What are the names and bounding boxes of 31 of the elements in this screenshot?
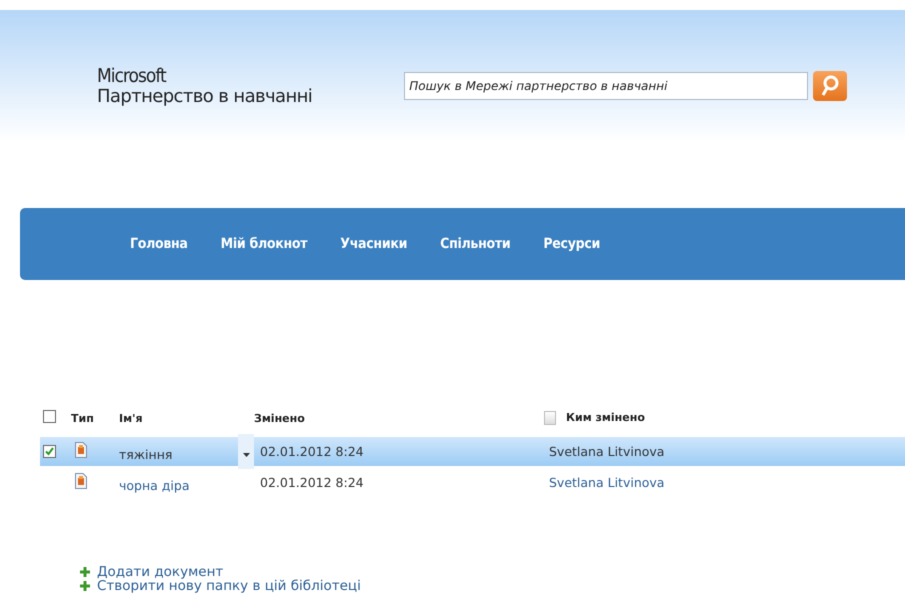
table-cell-text: 02.01.2012 8:24 xyxy=(259,444,365,459)
nav-link[interactable]: Мій блокнот xyxy=(220,236,308,252)
column-header[interactable]: Ім'я xyxy=(119,412,143,424)
table-row[interactable]: чорна діра 02.01.2012 8:24 Svetlana Litvinova xyxy=(40,468,905,497)
document-link[interactable]: чорна діра xyxy=(119,472,190,493)
checkbox[interactable] xyxy=(43,445,56,458)
action-link[interactable]: Створити нову папку в цій бібліотеці xyxy=(97,578,361,594)
plus-icon xyxy=(80,567,90,577)
nav-link[interactable]: Учасники xyxy=(340,236,408,252)
nav-link[interactable]: Спільноти xyxy=(440,236,510,252)
selected-row[interactable]: тяжіння 02.01.2012 8:24 Svetlana Litvinova xyxy=(40,437,905,466)
document-icon xyxy=(75,442,87,458)
logo-brand: Microsoft xyxy=(97,66,168,86)
logo-title: Партнерство в навчанні xyxy=(97,86,312,108)
column-header[interactable]: Ким змінено xyxy=(566,411,645,424)
column-header[interactable]: Тип xyxy=(71,412,94,424)
document-icon xyxy=(75,473,87,489)
search-button[interactable] xyxy=(813,71,848,101)
nav-link[interactable]: Головна xyxy=(130,236,188,252)
author-link[interactable]: Svetlana Litvinova xyxy=(544,444,905,459)
search-field[interactable]: Пошук в Мережі партнерство в навчанні xyxy=(404,72,808,100)
table-cell-text: 02.01.2012 8:24 xyxy=(259,475,365,490)
author-link[interactable]: Svetlana Litvinova xyxy=(544,475,905,490)
action-link[interactable]: Додати документ xyxy=(97,564,224,580)
search-icon xyxy=(820,74,840,98)
dropdown-caret-icon[interactable] xyxy=(238,434,254,469)
document-link[interactable]: тяжіння xyxy=(119,441,172,462)
nav-link[interactable]: Ресурси xyxy=(543,236,600,252)
checkbox[interactable] xyxy=(43,410,56,423)
plus-icon xyxy=(80,581,90,591)
column-header[interactable]: Змінено xyxy=(254,412,305,424)
